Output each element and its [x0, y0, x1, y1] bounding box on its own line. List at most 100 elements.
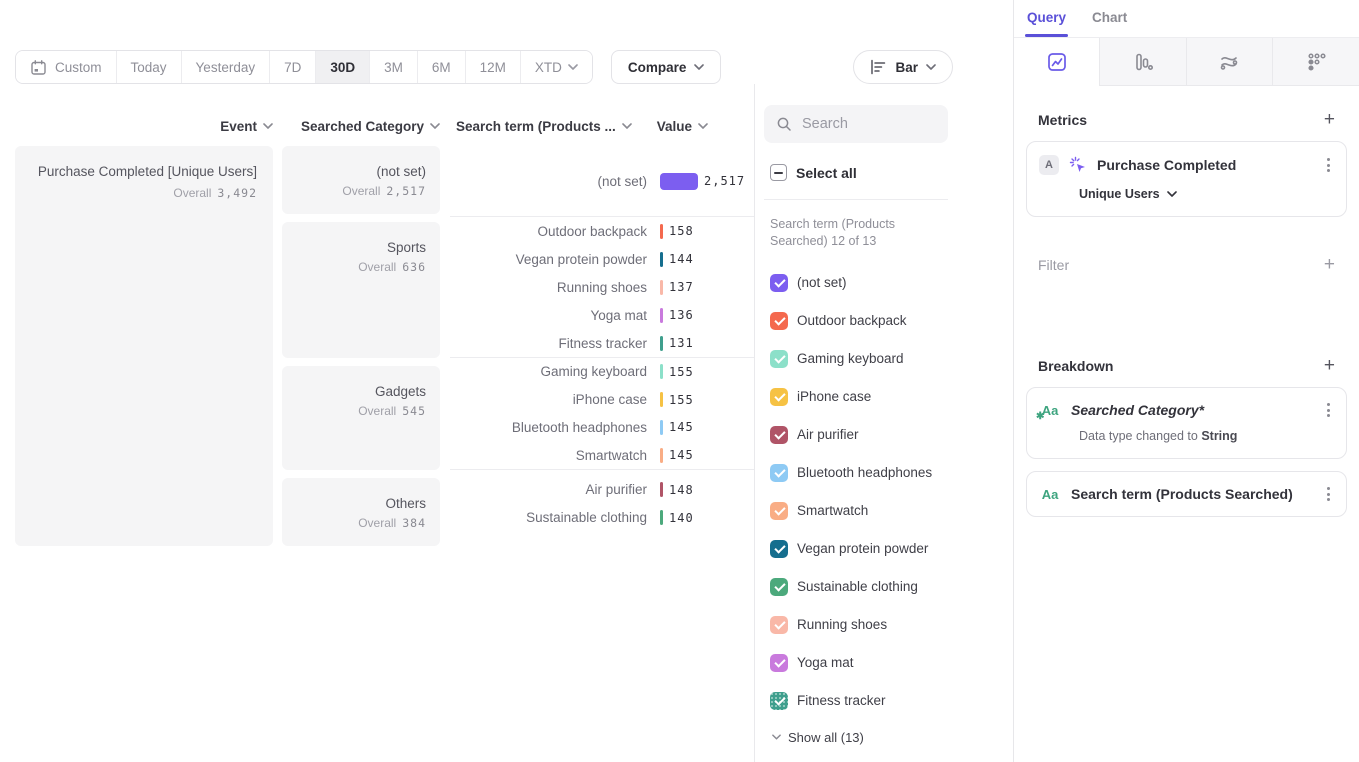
checked-checkbox[interactable]: [770, 540, 788, 558]
value-bar: [660, 482, 663, 497]
checked-checkbox[interactable]: [770, 426, 788, 444]
series-item[interactable]: Air purifier: [770, 416, 948, 454]
term-row[interactable]: Air purifier148: [450, 476, 754, 504]
compare-button[interactable]: Compare: [611, 50, 722, 84]
category-cell[interactable]: (not set)Overall2,517: [282, 146, 440, 214]
report-toolbar: CustomTodayYesterday7D30D3M6M12MXTD Comp…: [15, 50, 998, 84]
breakdown-menu-button[interactable]: [1323, 401, 1334, 419]
series-item[interactable]: iPhone case: [770, 378, 948, 416]
category-cell[interactable]: SportsOverall636: [282, 222, 440, 358]
series-item[interactable]: Sustainable clothing: [770, 568, 948, 606]
add-filter-button[interactable]: +: [1324, 255, 1335, 274]
funnel-icon: [1132, 51, 1154, 73]
column-header-category[interactable]: Searched Category: [282, 119, 440, 134]
date-range-6m[interactable]: 6M: [418, 51, 466, 83]
data-type-note: Data type changed to String: [1079, 429, 1334, 443]
select-all-toggle[interactable]: Select all: [770, 164, 948, 181]
chart-type-button[interactable]: Bar: [853, 50, 953, 84]
metrics-title: Metrics: [1038, 112, 1087, 128]
checked-checkbox[interactable]: [770, 692, 788, 710]
add-metric-button[interactable]: +: [1324, 110, 1335, 129]
checked-checkbox[interactable]: [770, 616, 788, 634]
chevron-down-icon: [694, 64, 704, 70]
add-breakdown-button[interactable]: +: [1324, 356, 1335, 375]
date-range-12m[interactable]: 12M: [466, 51, 521, 83]
checked-checkbox[interactable]: [770, 464, 788, 482]
term-row[interactable]: (not set)2,517: [450, 167, 754, 195]
category-cell[interactable]: GadgetsOverall545: [282, 366, 440, 470]
date-range-custom[interactable]: Custom: [16, 51, 117, 83]
breakdown-section-header: Breakdown +: [1026, 332, 1347, 387]
value-label: 155: [669, 365, 694, 379]
metric-menu-button[interactable]: [1323, 156, 1334, 174]
series-item[interactable]: (not set): [770, 264, 948, 302]
value-cell: 145: [660, 420, 754, 435]
metric-card[interactable]: A Purchase Completed Unique Users: [1026, 141, 1347, 217]
tab-funnels[interactable]: [1100, 38, 1186, 86]
show-all-toggle[interactable]: Show all (13): [772, 730, 948, 745]
column-header-event[interactable]: Event: [15, 119, 273, 134]
date-range-today[interactable]: Today: [117, 51, 182, 83]
column-header-term[interactable]: Search term (Products ...: [456, 119, 632, 134]
column-header-value[interactable]: Value: [657, 119, 708, 134]
insights-icon: [1046, 51, 1068, 73]
checked-checkbox[interactable]: [770, 388, 788, 406]
category-cell[interactable]: Others Overall384: [282, 478, 440, 546]
series-search: [764, 105, 948, 143]
series-item[interactable]: Yoga mat: [770, 644, 948, 682]
tab-insights[interactable]: [1014, 38, 1100, 86]
term-row[interactable]: Outdoor backpack158: [450, 217, 754, 245]
category-overall: Overall384: [292, 516, 426, 530]
series-item[interactable]: Fitness tracker: [770, 682, 948, 720]
term-row[interactable]: Gaming keyboard155: [450, 358, 754, 386]
tab-flows[interactable]: [1187, 38, 1273, 86]
series-item[interactable]: Bluetooth headphones: [770, 454, 948, 492]
term-row[interactable]: Bluetooth headphones145: [450, 414, 754, 442]
series-item-label: Vegan protein powder: [797, 541, 928, 556]
tab-query[interactable]: Query: [1027, 10, 1066, 37]
event-cell[interactable]: Purchase Completed [Unique Users] Overal…: [15, 146, 273, 546]
search-input[interactable]: [802, 116, 922, 132]
series-item[interactable]: Gaming keyboard: [770, 340, 948, 378]
value-label: 137: [669, 280, 694, 294]
term-row[interactable]: Fitness tracker131: [450, 329, 754, 357]
event-overall: Overall3,492: [27, 186, 257, 200]
checked-checkbox[interactable]: [770, 654, 788, 672]
indeterminate-checkbox-icon: [770, 164, 787, 181]
breakdown-card-search-term[interactable]: Aa Search term (Products Searched): [1026, 471, 1347, 517]
table-header-row: Event Searched Category Search term (Produ…: [15, 118, 754, 134]
checked-checkbox[interactable]: [770, 274, 788, 292]
measure-selector[interactable]: Unique Users: [1079, 187, 1334, 201]
series-item[interactable]: Running shoes: [770, 606, 948, 644]
report-content: Event Searched Category Search term (Produ…: [0, 84, 1013, 762]
date-range-7d[interactable]: 7D: [270, 51, 316, 83]
series-item[interactable]: Outdoor backpack: [770, 302, 948, 340]
checked-checkbox[interactable]: [770, 502, 788, 520]
series-item[interactable]: Smartwatch: [770, 492, 948, 530]
category-label: Others: [292, 496, 426, 511]
series-item[interactable]: Vegan protein powder: [770, 530, 948, 568]
date-range-30d[interactable]: 30D: [316, 51, 370, 83]
breakdown-menu-button[interactable]: [1323, 485, 1334, 503]
term-row[interactable]: Smartwatch145: [450, 441, 754, 469]
series-item-label: Yoga mat: [797, 655, 854, 670]
term-row[interactable]: iPhone case155: [450, 386, 754, 414]
breakdown-card-searched-category[interactable]: Aa✱ Searched Category* Data type changed…: [1026, 387, 1347, 459]
term-row[interactable]: Yoga mat136: [450, 301, 754, 329]
tab-chart[interactable]: Chart: [1092, 10, 1127, 37]
term-row[interactable]: Sustainable clothing140: [450, 504, 754, 532]
checked-checkbox[interactable]: [770, 578, 788, 596]
value-cell: 155: [660, 392, 754, 407]
term-label: Air purifier: [450, 482, 660, 497]
query-sidebar: Query Chart: [1013, 0, 1359, 762]
term-row[interactable]: Running shoes137: [450, 273, 754, 301]
date-range-xtd[interactable]: XTD: [521, 51, 592, 83]
checked-checkbox[interactable]: [770, 312, 788, 330]
value-cell: 155: [660, 364, 754, 379]
category-column: (not set)Overall2,517 SportsOverall636Gad…: [282, 146, 440, 546]
date-range-3m[interactable]: 3M: [370, 51, 418, 83]
tab-retention[interactable]: [1273, 38, 1359, 86]
checked-checkbox[interactable]: [770, 350, 788, 368]
term-row[interactable]: Vegan protein powder144: [450, 245, 754, 273]
date-range-yesterday[interactable]: Yesterday: [182, 51, 271, 83]
